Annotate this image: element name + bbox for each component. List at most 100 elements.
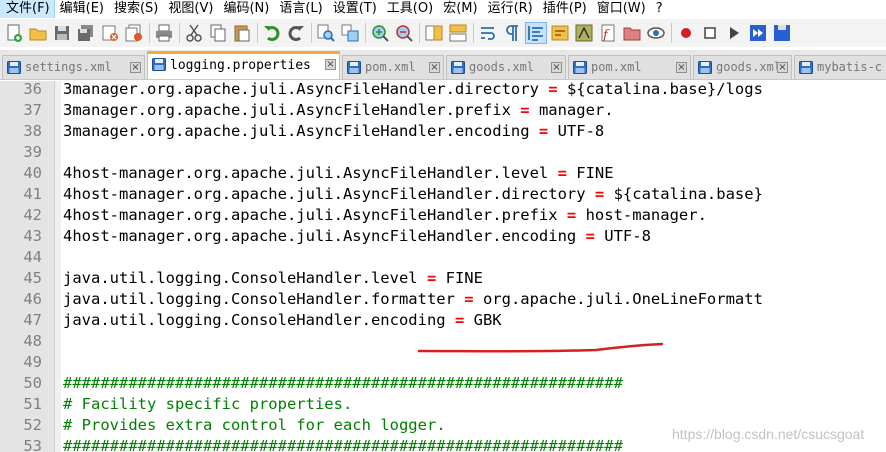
menu-item[interactable]: 视图(V) — [162, 0, 217, 18]
function-list-button[interactable]: f — [598, 23, 618, 43]
print-button[interactable] — [154, 23, 174, 43]
text-token: org.apache.juli.OneLineFormatt — [473, 290, 763, 308]
watermark: https://blog.csdn.net/csucsgoat — [672, 426, 865, 442]
play-macro-button[interactable] — [724, 23, 744, 43]
close-button[interactable] — [100, 23, 120, 43]
tab-label: mybatis-c — [817, 60, 883, 74]
folder-workspace-icon — [623, 27, 641, 41]
tab-goods-xml[interactable]: goods.xml × — [446, 55, 566, 79]
sync-vertical-icon — [425, 25, 443, 41]
new-file-button[interactable] — [4, 23, 24, 43]
tab-close-icon[interactable]: × — [130, 62, 141, 73]
text-token: UTF-8 — [594, 227, 651, 245]
operator-token: = — [594, 185, 605, 203]
menu-item[interactable]: 工具(O) — [381, 0, 437, 18]
record-macro-button[interactable] — [676, 23, 696, 43]
menu-item[interactable]: 编辑(E) — [54, 0, 108, 18]
tab-label: goods.xml — [469, 60, 535, 74]
tab-label: logging.properties — [170, 58, 311, 73]
file-save-state-icon — [698, 61, 712, 74]
line-number: 46 — [23, 290, 42, 308]
comment-token: ########################################… — [63, 374, 623, 392]
copy-button[interactable] — [208, 23, 228, 43]
tab-close-icon[interactable]: × — [429, 62, 440, 73]
tab-close-icon[interactable]: × — [325, 59, 336, 70]
cut-button[interactable] — [184, 23, 204, 43]
text-token: GBK — [464, 311, 502, 329]
menu-item[interactable]: 搜索(S) — [108, 0, 162, 18]
code-line: 38 3manager.org.apache.juli.AsyncFileHand… — [0, 121, 886, 142]
line-number: 47 — [23, 311, 42, 329]
save-macro-icon — [774, 25, 790, 41]
show-all-chars-icon — [506, 25, 518, 41]
save-button[interactable] — [52, 23, 72, 43]
toolbar-separator — [257, 23, 258, 43]
text-token: java.util.logging.ConsoleHandler.level — [63, 269, 427, 287]
tab-pom-xml[interactable]: pom.xml × — [568, 55, 691, 79]
undo-button[interactable] — [262, 23, 282, 43]
line-text: ########################################… — [63, 436, 623, 452]
paste-button[interactable] — [232, 23, 252, 43]
redo-icon — [288, 26, 304, 41]
tab-label: settings.xml — [25, 60, 112, 74]
text-token: FINE — [436, 269, 483, 287]
file-save-state-icon — [347, 61, 361, 74]
text-token: 4host-manager.org.apache.juli.AsyncFileH… — [63, 185, 595, 203]
line-number: 45 — [23, 269, 42, 287]
tab-close-icon[interactable]: × — [676, 62, 687, 73]
menu-item[interactable]: 窗口(W) — [591, 0, 650, 18]
menu-item[interactable]: 运行(R) — [482, 0, 537, 18]
line-text: java.util.logging.ConsoleHandler.encodin… — [63, 310, 502, 331]
monitor-button[interactable] — [646, 23, 666, 43]
tab-label: pom.xml — [365, 60, 416, 74]
word-wrap-button[interactable] — [478, 23, 498, 43]
menu-item[interactable]: 设置(T) — [327, 0, 381, 18]
line-text: 4host-manager.org.apache.juli.AsyncFileH… — [63, 163, 614, 184]
menu-item[interactable]: 编码(N) — [217, 0, 273, 18]
menu-item[interactable]: 文件(F) — [0, 0, 55, 18]
find-button[interactable] — [316, 23, 336, 43]
text-token: FINE — [566, 164, 614, 182]
tab-settings-xml[interactable]: settings.xml × — [2, 55, 145, 79]
menu-item[interactable]: 语言(L) — [273, 0, 326, 18]
code-editor[interactable]: 36 3manager.org.apache.juli.AsyncFileHand… — [0, 81, 886, 452]
zoom-in-button[interactable] — [370, 23, 390, 43]
zoom-out-button[interactable] — [394, 23, 414, 43]
open-file-button[interactable] — [28, 23, 48, 43]
redo-button[interactable] — [286, 23, 306, 43]
line-text: 4host-manager.org.apache.juli.AsyncFileH… — [63, 205, 707, 226]
toolbar-separator — [179, 23, 180, 43]
cut-icon — [186, 24, 202, 42]
run-macro-multiple-button[interactable] — [748, 23, 768, 43]
menu-item[interactable]: ? — [650, 0, 667, 18]
text-token: 3manager.org.apache.juli.AsyncFileHandle… — [63, 101, 521, 119]
text-token: 4host-manager.org.apache.juli.AsyncFileH… — [63, 206, 567, 224]
sync-vertical-button[interactable] — [424, 23, 444, 43]
tab-logging-properties[interactable]: logging.properties × — [147, 51, 340, 79]
show-all-chars-button[interactable] — [502, 23, 522, 43]
tab-pom-xml[interactable]: pom.xml × — [342, 55, 444, 79]
line-text: 3manager.org.apache.juli.AsyncFileHandle… — [63, 121, 604, 142]
run-macro-multiple-icon — [750, 25, 766, 41]
user-lang-button[interactable] — [550, 23, 570, 43]
tab-goods-xml[interactable]: goods.xml × — [693, 55, 792, 79]
line-text: 4host-manager.org.apache.juli.AsyncFileH… — [63, 184, 763, 205]
code-line: 51 # Facility specific properties. — [0, 394, 886, 415]
tab-mybatis-c[interactable]: mybatis-c× — [794, 55, 886, 79]
line-text: java.util.logging.ConsoleHandler.level =… — [63, 268, 483, 289]
toolbar-separator — [671, 23, 672, 43]
doc-map-button[interactable] — [574, 23, 594, 43]
indent-guide-button[interactable] — [525, 22, 547, 44]
sync-horizontal-button[interactable] — [448, 23, 468, 43]
tab-bar: settings.xml × logging.properties × pom.xml ×… — [0, 50, 886, 80]
menu-item[interactable]: 宏(M) — [437, 0, 481, 18]
tab-close-icon[interactable]: × — [551, 62, 562, 73]
stop-macro-button[interactable] — [700, 23, 720, 43]
tab-close-icon[interactable]: × — [777, 62, 788, 73]
folder-workspace-button[interactable] — [622, 23, 642, 43]
menu-item[interactable]: 插件(P) — [537, 0, 591, 18]
replace-button[interactable] — [340, 23, 360, 43]
save-macro-button[interactable] — [772, 23, 792, 43]
close-all-button[interactable] — [124, 23, 144, 43]
save-all-button[interactable] — [76, 23, 96, 43]
